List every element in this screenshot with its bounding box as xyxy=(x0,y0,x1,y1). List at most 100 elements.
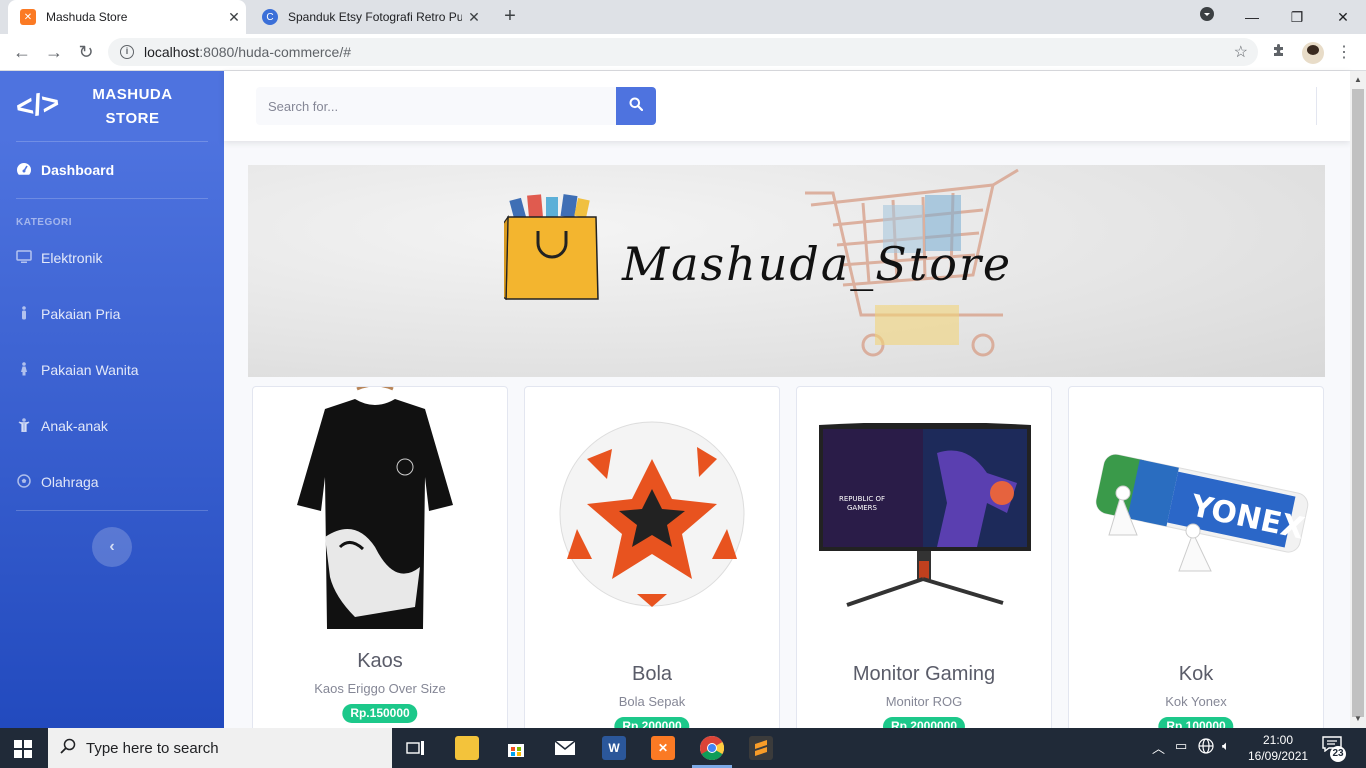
product-description: Kaos Eriggo Over Size xyxy=(314,681,446,696)
sidebar-heading: KATEGORI xyxy=(16,217,73,228)
network-globe-icon[interactable] xyxy=(1198,738,1214,757)
minimize-icon[interactable]: — xyxy=(1240,6,1264,28)
topbar-divider xyxy=(1316,87,1317,125)
sidebar-divider xyxy=(16,510,208,511)
monitor-image: REPUBLIC OF GAMERS xyxy=(819,423,1031,607)
new-tab-icon[interactable]: + xyxy=(498,5,522,29)
notification-count-badge: 23 xyxy=(1330,746,1346,762)
shuttlecock-tube-image: YONEX xyxy=(1095,454,1309,572)
search-button[interactable] xyxy=(616,87,656,125)
football-icon xyxy=(16,473,32,491)
taskbar-clock[interactable]: 21:00 16/09/2021 xyxy=(1248,732,1308,764)
xampp-icon[interactable]: ✕ xyxy=(651,736,675,760)
tab-title: Mashuda Store xyxy=(46,10,128,24)
battery-icon[interactable]: ▭ xyxy=(1175,738,1187,754)
mail-icon[interactable] xyxy=(553,736,577,760)
desktop-icon xyxy=(16,249,32,267)
address-bar: ← → ↻ i localhost:8080/huda-commerce/# ☆ xyxy=(0,34,1366,71)
product-name[interactable]: Kok xyxy=(1069,663,1323,686)
scroll-up-icon[interactable]: ▲ xyxy=(1354,75,1362,84)
back-icon[interactable]: ← xyxy=(10,40,34,64)
shopping-bag-icon xyxy=(504,194,599,301)
close-tab-icon[interactable]: ✕ xyxy=(222,9,246,26)
sidebar-item-label: Olahraga xyxy=(41,474,99,490)
sidebar-item-pakaian-pria[interactable]: Pakaian Pria xyxy=(16,303,120,325)
store-banner: Mashuda_Store xyxy=(248,165,1325,377)
sidebar-item-anak-anak[interactable]: Anak-anak xyxy=(16,415,108,437)
sidebar-toggle-button[interactable]: ‹ xyxy=(92,527,132,567)
tray-chevron-icon[interactable]: ︿ xyxy=(1152,738,1165,757)
sidebar-brand[interactable]: </> MASHUDA STORE xyxy=(0,71,224,141)
product-description: Kok Yonex xyxy=(1165,694,1227,709)
clock-time: 21:00 xyxy=(1262,733,1294,747)
product-name[interactable]: Monitor Gaming xyxy=(797,663,1051,686)
product-description: Monitor ROG xyxy=(885,694,963,709)
product-card-kaos[interactable]: Kaos Kaos Eriggo Over Size Rp.150000 xyxy=(252,386,508,746)
tachometer-icon xyxy=(16,162,32,179)
sidebar-divider xyxy=(16,141,208,142)
taskbar-search-box[interactable]: Type here to search xyxy=(48,728,392,768)
product-card-bola[interactable]: Bola Bola Sepak Rp.200000 xyxy=(524,386,780,746)
sidebar-item-label: Pakaian Pria xyxy=(41,306,121,322)
chrome-icon[interactable] xyxy=(700,736,724,760)
tab-title: Spanduk Etsy Fotografi Retro Put xyxy=(288,10,462,24)
file-explorer-icon[interactable] xyxy=(455,736,479,760)
page-scrollbar[interactable]: ▲ ▼ xyxy=(1350,71,1366,728)
xampp-favicon-icon: ✕ xyxy=(20,9,36,25)
product-name[interactable]: Bola xyxy=(525,663,779,686)
search-icon xyxy=(629,97,644,116)
sidebar-divider xyxy=(16,198,208,199)
banner-title: Mashuda_Store xyxy=(622,237,1013,291)
restore-icon[interactable]: ❐ xyxy=(1285,6,1309,28)
sublime-text-icon[interactable] xyxy=(749,736,773,760)
windows-start-icon[interactable] xyxy=(14,740,32,763)
forward-icon[interactable]: → xyxy=(42,40,66,64)
sidebar-item-dashboard[interactable]: Dashboard xyxy=(16,159,114,181)
volume-icon[interactable]: 🔈︎ xyxy=(1222,738,1230,754)
tab-mashuda-store[interactable]: ✕ Mashuda Store ✕ xyxy=(8,0,246,34)
product-description: Bola Sepak xyxy=(618,694,686,709)
code-icon: </> xyxy=(13,86,62,125)
bookmark-star-icon[interactable]: ☆ xyxy=(1234,42,1248,62)
search-form xyxy=(256,87,656,125)
sidebar-item-label: Elektronik xyxy=(41,250,103,266)
scroll-down-icon[interactable]: ▼ xyxy=(1354,714,1362,723)
browser-tab-bar: ✕ Mashuda Store ✕ C Spanduk Etsy Fotogra… xyxy=(0,0,1366,34)
microsoft-store-icon[interactable] xyxy=(504,736,528,760)
notification-center-icon[interactable]: 23 xyxy=(1322,736,1348,762)
extensions-puzzle-icon[interactable] xyxy=(1271,42,1287,63)
soccer-ball-image xyxy=(559,421,745,607)
clock-date: 16/09/2021 xyxy=(1248,749,1309,763)
scrollbar-thumb[interactable] xyxy=(1352,89,1364,717)
windows-taskbar: Type here to search W ✕ ︿ ▭ 🔈︎ 21:00 16/… xyxy=(0,728,1366,768)
topbar xyxy=(224,71,1350,141)
price-badge: Rp.150000 xyxy=(342,704,418,723)
profile-avatar[interactable] xyxy=(1302,42,1324,64)
sidebar-item-elektronik[interactable]: Elektronik xyxy=(16,247,102,269)
tab-spanduk-etsy[interactable]: C Spanduk Etsy Fotografi Retro Put ✕ xyxy=(250,0,486,34)
sidebar-item-label: Pakaian Wanita xyxy=(41,362,139,378)
search-input[interactable] xyxy=(256,87,616,125)
site-info-icon[interactable]: i xyxy=(120,45,134,59)
close-tab-icon[interactable]: ✕ xyxy=(462,9,486,26)
close-window-icon[interactable]: ✕ xyxy=(1331,6,1355,28)
sidebar: </> MASHUDA STORE Dashboard KATEGORI Ele… xyxy=(0,71,224,728)
product-card-kok[interactable]: YONEX Kok Kok Yonex Rp.100000 xyxy=(1068,386,1324,746)
sidebar-item-pakaian-wanita[interactable]: Pakaian Wanita xyxy=(16,359,139,381)
task-view-icon[interactable] xyxy=(404,736,428,760)
brand-name: MASHUDA STORE xyxy=(92,86,173,127)
canva-favicon-icon: C xyxy=(262,9,278,25)
product-card-monitor-gaming[interactable]: REPUBLIC OF GAMERS Monitor Gaming Monito… xyxy=(796,386,1052,746)
browser-menu-icon[interactable]: ⋮ xyxy=(1336,42,1352,62)
word-icon[interactable]: W xyxy=(602,736,626,760)
tab-search-icon[interactable] xyxy=(1195,6,1219,28)
sidebar-item-label: Anak-anak xyxy=(41,418,108,434)
product-name[interactable]: Kaos xyxy=(253,650,507,673)
reload-icon[interactable]: ↻ xyxy=(74,40,98,64)
url-host: localhost xyxy=(144,44,200,60)
svg-text:GAMERS: GAMERS xyxy=(847,504,878,512)
sidebar-item-olahraga[interactable]: Olahraga xyxy=(16,471,99,493)
male-icon xyxy=(16,305,32,323)
url-input[interactable]: i localhost:8080/huda-commerce/# ☆ xyxy=(108,38,1258,66)
taskbar-search-text: Type here to search xyxy=(86,739,219,757)
